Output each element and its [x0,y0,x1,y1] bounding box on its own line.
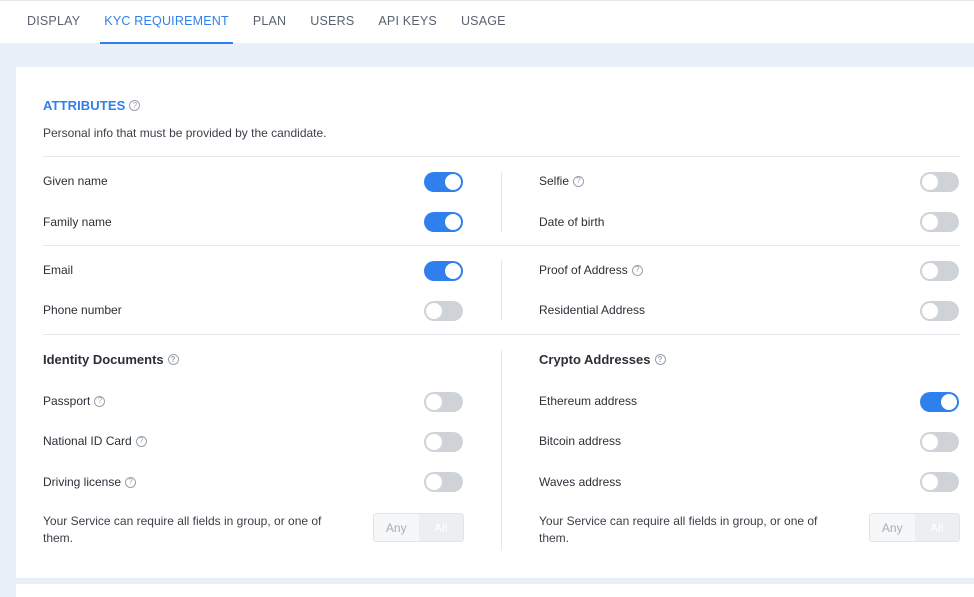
tab-api-keys[interactable]: API KEYS [378,1,437,44]
attributes-card: ATTRIBUTES ? Personal info that must be … [16,67,974,578]
phone-number-label: Phone number [43,303,122,317]
passport-label-row: Passport ? [43,394,106,408]
crypto-addresses-title: Crypto Addresses [539,352,651,367]
column-divider [501,172,502,232]
ethereum-address-toggle[interactable] [920,392,959,412]
help-icon[interactable]: ? [94,395,106,407]
tab-bar: DISPLAY KYC REQUIREMENT PLAN USERS API K… [0,0,974,44]
passport-toggle[interactable] [424,392,463,412]
identity-documents-any-all-switch: Any All [373,513,464,542]
divider [43,245,960,246]
phone-number-toggle[interactable] [424,301,463,321]
bitcoin-address-label: Bitcoin address [539,434,622,448]
proof-of-address-label-row: Proof of Address ? [539,263,643,277]
tab-users[interactable]: USERS [310,1,354,44]
proof-of-address-label: Proof of Address [539,263,628,277]
toggle-knob [922,263,938,279]
identity-documents-title: Identity Documents [43,352,164,367]
selfie-label: Selfie [539,174,570,188]
selfie-label-row: Selfie ? [539,174,585,188]
email-label: Email [43,263,74,277]
attributes-heading: ATTRIBUTES ? [43,98,141,113]
tab-usage[interactable]: USAGE [461,1,506,44]
help-icon[interactable]: ? [129,100,141,111]
crypto-addresses-note: Your Service can require all fields in g… [539,514,818,545]
toggle-knob [922,474,938,490]
toggle-knob [426,474,442,490]
driving-license-label-row: Driving license ? [43,475,137,489]
help-icon[interactable]: ? [167,354,179,365]
email-toggle[interactable] [424,261,463,281]
passport-label: Passport [43,394,91,408]
toggle-knob [922,174,938,190]
identity-documents-heading: Identity Documents ? [43,352,179,367]
date-of-birth-toggle[interactable] [920,212,959,232]
section-subtitle: Personal info that must be provided by t… [43,126,327,140]
toggle-knob [426,434,442,450]
national-id-card-label: National ID Card [43,434,132,448]
residential-address-toggle[interactable] [920,301,959,321]
ethereum-address-label: Ethereum address [539,394,638,408]
all-button[interactable]: All [914,514,959,541]
given-name-label: Given name [43,174,108,188]
toggle-knob [426,303,442,319]
driving-license-label: Driving license [43,475,122,489]
tab-kyc-requirement[interactable]: KYC REQUIREMENT [100,1,233,44]
family-name-toggle[interactable] [424,212,463,232]
toggle-knob [445,263,461,279]
bitcoin-address-toggle[interactable] [920,432,959,452]
divider [43,156,960,157]
any-button[interactable]: Any [374,514,419,541]
column-divider [501,350,502,550]
given-name-toggle[interactable] [424,172,463,192]
toggle-knob [922,214,938,230]
selfie-toggle[interactable] [920,172,959,192]
next-card [16,584,974,597]
date-of-birth-label: Date of birth [539,215,605,229]
toggle-knob [445,174,461,190]
waves-address-label: Waves address [539,475,622,489]
national-id-card-label-row: National ID Card ? [43,434,147,448]
section-title: ATTRIBUTES [43,98,126,113]
toggle-knob [445,214,461,230]
toggle-knob [941,394,957,410]
help-icon[interactable]: ? [573,175,585,187]
toggle-knob [426,394,442,410]
waves-address-toggle[interactable] [920,472,959,492]
tab-display[interactable]: DISPLAY [27,1,80,44]
divider [43,334,960,335]
crypto-addresses-any-all-switch: Any All [869,513,960,542]
tab-plan[interactable]: PLAN [253,1,286,44]
proof-of-address-toggle[interactable] [920,261,959,281]
family-name-label: Family name [43,215,112,229]
help-icon[interactable]: ? [654,354,666,365]
help-icon[interactable]: ? [631,264,643,276]
any-button[interactable]: Any [870,514,915,541]
help-icon[interactable]: ? [125,476,137,488]
crypto-addresses-heading: Crypto Addresses ? [539,352,666,367]
driving-license-toggle[interactable] [424,472,463,492]
column-divider [501,260,502,320]
residential-address-label: Residential Address [539,303,646,317]
help-icon[interactable]: ? [135,435,147,447]
national-id-card-toggle[interactable] [424,432,463,452]
identity-documents-note: Your Service can require all fields in g… [43,514,322,545]
all-button[interactable]: All [418,514,463,541]
toggle-knob [922,434,938,450]
toggle-knob [922,303,938,319]
